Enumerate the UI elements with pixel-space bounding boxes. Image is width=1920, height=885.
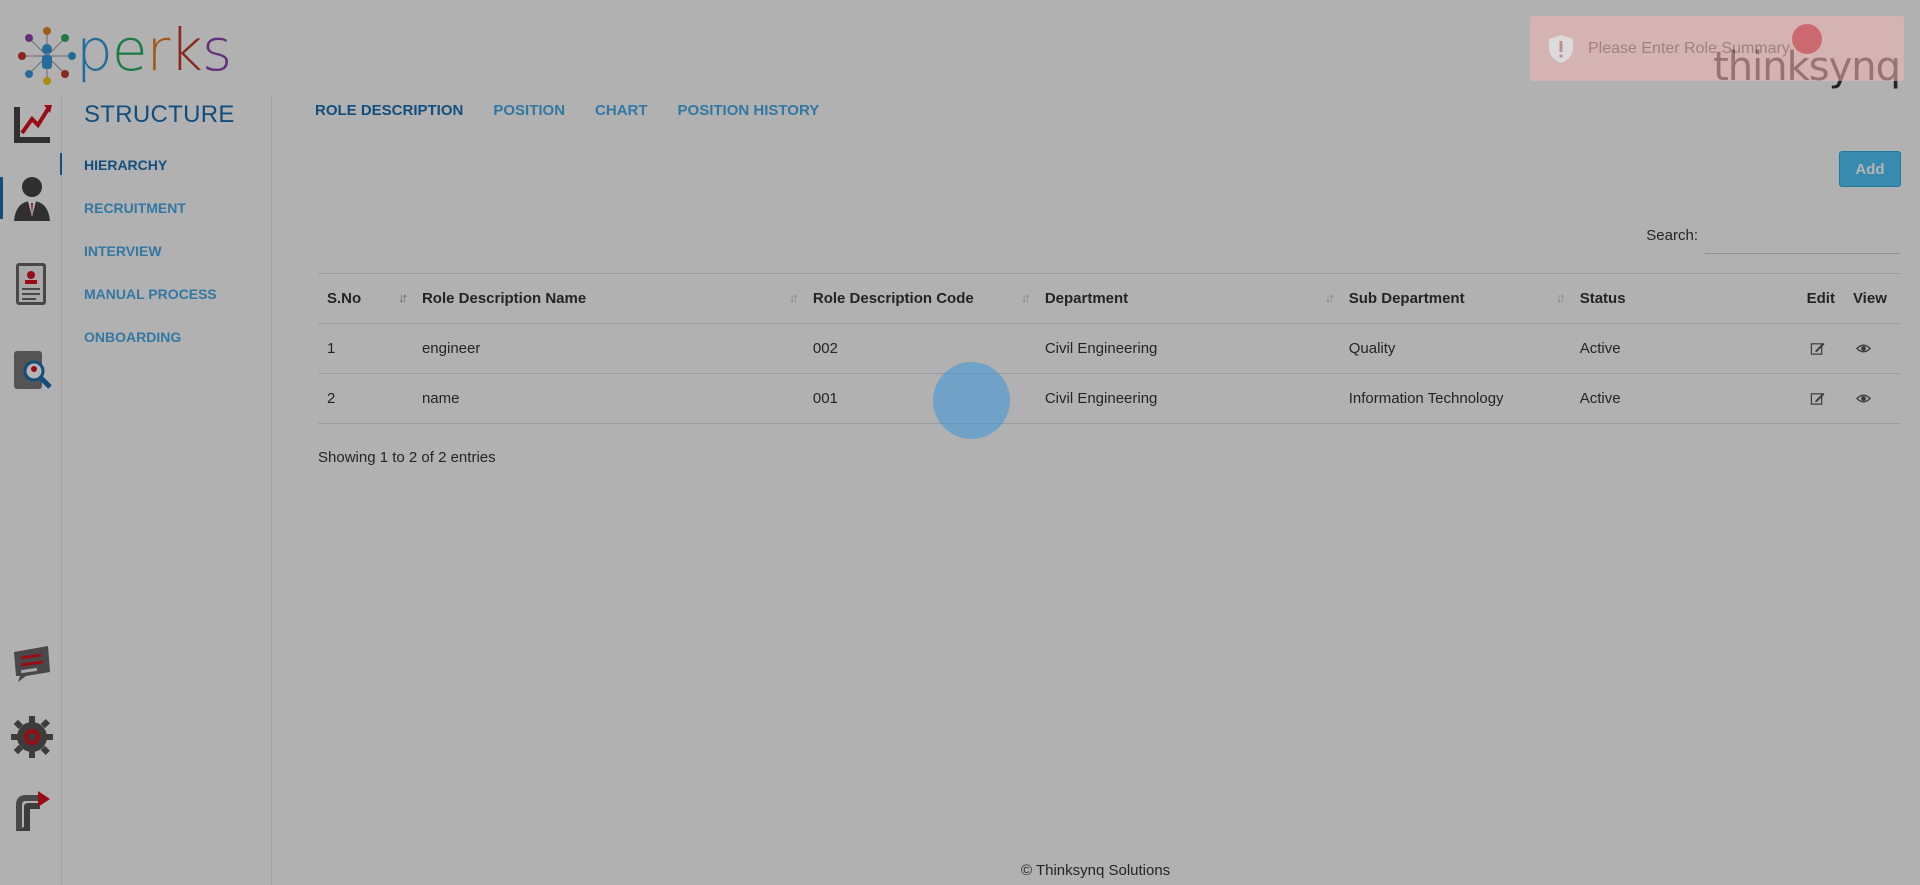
error-toast[interactable]: Please Enter Role Summary xyxy=(1530,16,1904,81)
modal-backdrop[interactable] xyxy=(0,0,1920,885)
loading-spinner xyxy=(933,362,1010,439)
shield-alert-icon xyxy=(1549,34,1573,63)
toast-message: Please Enter Role Summary xyxy=(1588,39,1790,57)
